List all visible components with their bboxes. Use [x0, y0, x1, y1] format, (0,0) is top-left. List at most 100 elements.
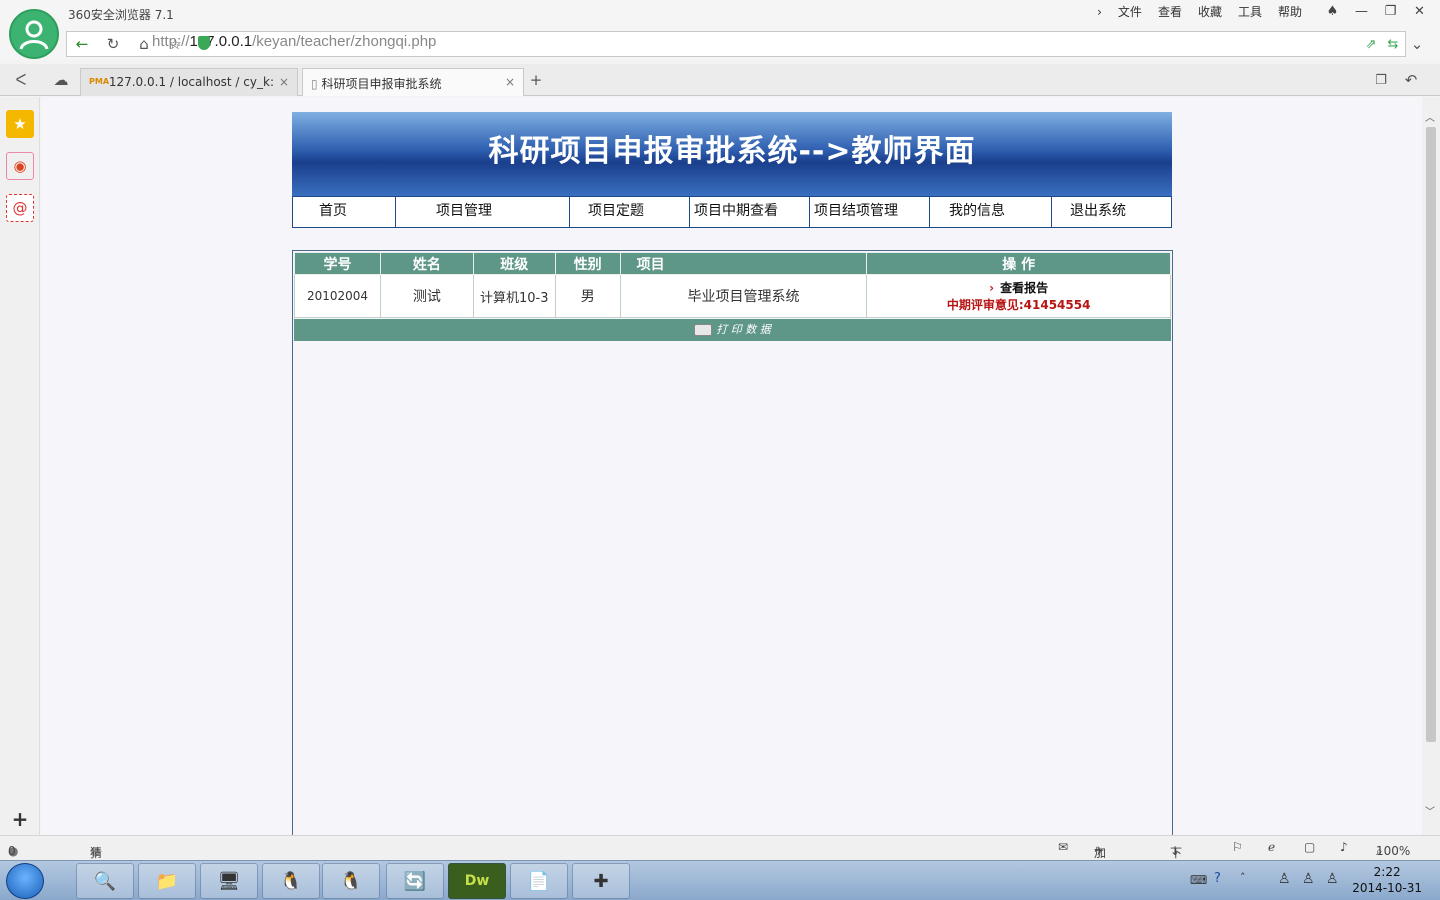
security-shield-icon [198, 36, 210, 50]
skin-icon[interactable]: ♠ [1318, 0, 1347, 22]
weibo-icon[interactable]: ◉ [6, 152, 34, 180]
help-icon[interactable]: ? [1214, 871, 1221, 886]
title-bar: 360安全浏览器 7.1 › 文件 查看 收藏 工具 帮助 ♠ — ❐ ✕ [0, 0, 1440, 28]
menu-item-favorites[interactable]: 收藏 [1190, 4, 1230, 20]
tab-list-icon[interactable]: ❐ [1370, 69, 1392, 91]
taskbar: 🔍 📁 🖥 🐧 🐧 🔄 Dw 📄 ✚ ⌨ ? ˄ ♙ ♙ ♙ 2:22 2014… [0, 860, 1440, 900]
search-app-icon[interactable]: 🔍 [76, 863, 134, 899]
scrollbar-thumb[interactable] [1426, 127, 1436, 742]
mail-icon[interactable]: @ [6, 194, 34, 222]
cell-gender: 男 [554, 274, 621, 318]
restore-button[interactable]: ❐ [1376, 0, 1405, 22]
scroll-up-icon[interactable]: ︿ [1425, 109, 1435, 124]
cell-operation: › 查看报告 中期评审意见:41454554 [866, 274, 1171, 318]
flag-icon[interactable]: ⚐ [1232, 840, 1243, 854]
menu-item-tools[interactable]: 工具 [1230, 4, 1270, 20]
explorer-icon[interactable]: 📁 [138, 863, 196, 899]
start-button[interactable] [6, 863, 44, 899]
nav-item-project-manage[interactable]: 项目管理 [396, 197, 570, 227]
cell-class: 计算机10-3 [472, 274, 556, 318]
left-sidebar: ★ ◉ @ + [0, 97, 40, 835]
tab-phpmyadmin[interactable]: PMA 127.0.0.1 / localhost / cy_k: × [80, 68, 298, 96]
window-controls: ♠ — ❐ ✕ [1318, 0, 1434, 22]
nav-item-closing-manage[interactable]: 项目结项管理 [810, 197, 930, 227]
page-icon: ▯ [311, 77, 318, 91]
print-label: 打 印 数 据 [716, 323, 771, 336]
undo-close-icon[interactable]: ↶ [1400, 69, 1422, 91]
favorites-star-icon[interactable]: ★ [6, 110, 34, 138]
cell-id: 20102004 [294, 274, 381, 318]
cloud-icon[interactable]: ☁ [50, 69, 72, 91]
back-icon[interactable]: ← [71, 33, 93, 55]
notepad-icon[interactable]: 📄 [510, 863, 568, 899]
midterm-review-text: 中期评审意见:41454554 [946, 298, 1091, 312]
cell-name: 测试 [379, 274, 474, 318]
nav-item-home[interactable]: 首页 [293, 197, 396, 227]
window-icon[interactable]: ▢ [1304, 840, 1315, 854]
dreamweaver-icon[interactable]: Dw [448, 863, 506, 899]
qq-icon[interactable]: 🐧 [322, 863, 380, 899]
browser-logo-icon[interactable] [9, 9, 59, 59]
tray-arrow-icon[interactable]: ˄ [1240, 871, 1246, 884]
nav-item-midterm-view[interactable]: 项目中期查看 [690, 197, 810, 227]
refresh-icon[interactable]: ↻ [102, 33, 124, 55]
col-header-id: 学号 [294, 252, 381, 275]
page-banner: 科研项目申报审批系统-->教师界面 [292, 112, 1172, 196]
address-bar-row: ← ↻ ⌂ ☆ http://127.0.0.1/keyan/teacher/z… [0, 28, 1440, 60]
page-viewport: 科研项目申报审批系统-->教师界面 首页 项目管理 项目定题 项目中期查看 项目… [41, 97, 1422, 835]
system-clock[interactable]: 2:22 2014-10-31 [1352, 864, 1422, 896]
tab-close-icon[interactable]: × [505, 75, 515, 89]
add-icon[interactable]: + [6, 805, 34, 833]
menu-item-file[interactable]: 文件 [1110, 4, 1150, 20]
col-header-gender: 性别 [554, 252, 621, 275]
table-row: 20102004 测试 计算机10-3 男 毕业项目管理系统 › 查看报告 中期评… [294, 274, 1171, 318]
translate-icon[interactable]: ⇆ [1382, 33, 1404, 55]
print-bar[interactable]: 打 印 数 据 [294, 319, 1171, 341]
nav-item-logout[interactable]: 退出系统 [1052, 197, 1171, 227]
table-header-row: 学号 姓名 班级 性别 项目 操 作 [294, 252, 1171, 275]
app-title: 360安全浏览器 7.1 [68, 8, 174, 22]
menu-item-view[interactable]: 查看 [1150, 4, 1190, 20]
tab-label: 科研项目申报审批系统 [321, 77, 442, 91]
url-input[interactable]: http://127.0.0.1/keyan/teacher/zhongqi.p… [152, 33, 436, 50]
printer-icon [694, 324, 713, 336]
menu-arrow-icon[interactable]: › [1089, 4, 1110, 20]
menu-item-help[interactable]: 帮助 [1270, 4, 1310, 20]
close-button[interactable]: ✕ [1405, 0, 1434, 22]
col-header-operation: 操 作 [866, 252, 1171, 275]
qq-tray-icon[interactable]: ♙ [1326, 871, 1339, 887]
main-nav: 首页 项目管理 项目定题 项目中期查看 项目结项管理 我的信息 退出系统 [292, 196, 1172, 228]
eraser-app-icon[interactable]: ✚ [572, 863, 630, 899]
feedback-icon[interactable]: ✉ [1058, 840, 1068, 854]
sound-icon[interactable]: ♪ [1340, 840, 1348, 854]
pma-icon: PMA [89, 76, 110, 86]
nav-item-my-info[interactable]: 我的信息 [930, 197, 1052, 227]
vertical-scrollbar[interactable]: ︿ ﹀ [1422, 97, 1440, 835]
scroll-down-icon[interactable]: ﹀ [1425, 803, 1435, 818]
tab-research-system[interactable]: ▯ 科研项目申报审批系统 × [302, 68, 524, 96]
chevron-down-icon[interactable]: ⌄ [1406, 33, 1428, 55]
cell-project: 毕业项目管理系统 [619, 274, 868, 318]
qq-browser-icon[interactable]: 🐧 [262, 863, 320, 899]
qq-tray-icon[interactable]: ♙ [1278, 871, 1291, 887]
content-panel: 学号 姓名 班级 性别 项目 操 作 20102004 测试 计算机10-3 男… [292, 250, 1173, 835]
menu-bar: › 文件 查看 收藏 工具 帮助 [1089, 4, 1310, 20]
share-icon[interactable]: ⇗ [1360, 33, 1382, 55]
col-header-project: 项目 [619, 252, 868, 275]
clock-date: 2014-10-31 [1352, 881, 1422, 895]
keyboard-icon[interactable]: ⌨ [1190, 873, 1207, 887]
view-report-link[interactable]: › 查看报告 [867, 279, 1170, 296]
360-browser-icon[interactable]: 🔄 [386, 863, 444, 899]
new-tab-icon[interactable]: + [525, 69, 547, 91]
tab-label: 127.0.0.1 / localhost / cy_k: [108, 75, 274, 89]
chevron-right-icon: › [989, 281, 995, 295]
nav-item-project-topic[interactable]: 项目定题 [570, 197, 690, 227]
minimize-button[interactable]: — [1347, 0, 1376, 22]
page-title: 科研项目申报审批系统-->教师界面 [488, 134, 976, 169]
ie-icon[interactable]: ℯ [1268, 840, 1275, 854]
tab-close-icon[interactable]: × [279, 75, 289, 89]
computer-icon[interactable]: 🖥 [200, 863, 258, 899]
sidebar-toggle-icon[interactable]: ᐸ [10, 69, 32, 91]
status-bar: ● 0个点评 ● 猜你喜欢 ✉ ✈ 加速器 ↓ 下载 ⚐ ℯ ▢ ♪ ⌕ 100… [0, 835, 1440, 900]
qq-tray-icon[interactable]: ♙ [1302, 871, 1315, 887]
